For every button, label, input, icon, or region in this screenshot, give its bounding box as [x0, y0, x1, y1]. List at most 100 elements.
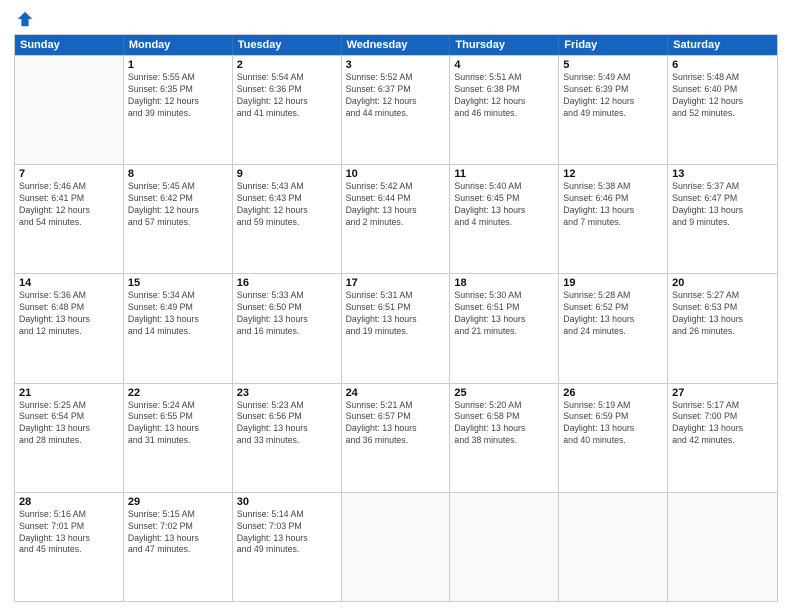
daylight-line1: Daylight: 12 hours — [454, 96, 554, 108]
sunset-text: Sunset: 6:57 PM — [346, 411, 446, 423]
day-number: 5 — [563, 59, 663, 71]
day-number: 23 — [237, 387, 337, 399]
calendar-cell: 1Sunrise: 5:55 AMSunset: 6:35 PMDaylight… — [124, 56, 233, 164]
day-number: 3 — [346, 59, 446, 71]
sunset-text: Sunset: 6:46 PM — [563, 193, 663, 205]
daylight-line1: Daylight: 13 hours — [563, 205, 663, 217]
daylight-line1: Daylight: 13 hours — [19, 533, 119, 545]
daylight-line2: and 46 minutes. — [454, 108, 554, 120]
sunset-text: Sunset: 6:52 PM — [563, 302, 663, 314]
calendar-cell: 5Sunrise: 5:49 AMSunset: 6:39 PMDaylight… — [559, 56, 668, 164]
calendar-week-row: 14Sunrise: 5:36 AMSunset: 6:48 PMDayligh… — [15, 273, 777, 382]
daylight-line2: and 47 minutes. — [128, 544, 228, 556]
daylight-line1: Daylight: 13 hours — [237, 423, 337, 435]
daylight-line1: Daylight: 12 hours — [19, 205, 119, 217]
daylight-line1: Daylight: 13 hours — [128, 423, 228, 435]
sunset-text: Sunset: 7:02 PM — [128, 521, 228, 533]
sunset-text: Sunset: 6:55 PM — [128, 411, 228, 423]
calendar-cell — [15, 56, 124, 164]
sunrise-text: Sunrise: 5:49 AM — [563, 72, 663, 84]
sunset-text: Sunset: 6:42 PM — [128, 193, 228, 205]
calendar-cell — [450, 493, 559, 601]
calendar-cell: 25Sunrise: 5:20 AMSunset: 6:58 PMDayligh… — [450, 384, 559, 492]
sunrise-text: Sunrise: 5:25 AM — [19, 400, 119, 412]
daylight-line1: Daylight: 12 hours — [128, 205, 228, 217]
daylight-line2: and 33 minutes. — [237, 435, 337, 447]
day-number: 10 — [346, 168, 446, 180]
calendar-week-row: 1Sunrise: 5:55 AMSunset: 6:35 PMDaylight… — [15, 55, 777, 164]
calendar-cell: 13Sunrise: 5:37 AMSunset: 6:47 PMDayligh… — [668, 165, 777, 273]
calendar-cell: 10Sunrise: 5:42 AMSunset: 6:44 PMDayligh… — [342, 165, 451, 273]
calendar-cell: 23Sunrise: 5:23 AMSunset: 6:56 PMDayligh… — [233, 384, 342, 492]
daylight-line2: and 42 minutes. — [672, 435, 773, 447]
sunset-text: Sunset: 7:03 PM — [237, 521, 337, 533]
sunset-text: Sunset: 7:00 PM — [672, 411, 773, 423]
day-number: 4 — [454, 59, 554, 71]
sunrise-text: Sunrise: 5:21 AM — [346, 400, 446, 412]
calendar-header-cell: Sunday — [15, 35, 124, 55]
sunset-text: Sunset: 6:49 PM — [128, 302, 228, 314]
calendar: SundayMondayTuesdayWednesdayThursdayFrid… — [14, 34, 778, 602]
sunset-text: Sunset: 7:01 PM — [19, 521, 119, 533]
sunrise-text: Sunrise: 5:31 AM — [346, 290, 446, 302]
daylight-line2: and 54 minutes. — [19, 217, 119, 229]
logo-icon — [16, 10, 34, 28]
sunset-text: Sunset: 6:37 PM — [346, 84, 446, 96]
daylight-line2: and 41 minutes. — [237, 108, 337, 120]
sunrise-text: Sunrise: 5:48 AM — [672, 72, 773, 84]
day-number: 15 — [128, 277, 228, 289]
sunrise-text: Sunrise: 5:16 AM — [19, 509, 119, 521]
daylight-line2: and 16 minutes. — [237, 326, 337, 338]
calendar-header-row: SundayMondayTuesdayWednesdayThursdayFrid… — [15, 35, 777, 55]
day-number: 16 — [237, 277, 337, 289]
calendar-cell: 17Sunrise: 5:31 AMSunset: 6:51 PMDayligh… — [342, 274, 451, 382]
sunset-text: Sunset: 6:40 PM — [672, 84, 773, 96]
day-number: 20 — [672, 277, 773, 289]
calendar-body: 1Sunrise: 5:55 AMSunset: 6:35 PMDaylight… — [15, 55, 777, 601]
calendar-header-cell: Monday — [124, 35, 233, 55]
day-number: 7 — [19, 168, 119, 180]
daylight-line1: Daylight: 13 hours — [346, 314, 446, 326]
daylight-line2: and 36 minutes. — [346, 435, 446, 447]
calendar-cell: 28Sunrise: 5:16 AMSunset: 7:01 PMDayligh… — [15, 493, 124, 601]
day-number: 30 — [237, 496, 337, 508]
day-number: 14 — [19, 277, 119, 289]
sunset-text: Sunset: 6:38 PM — [454, 84, 554, 96]
calendar-cell: 26Sunrise: 5:19 AMSunset: 6:59 PMDayligh… — [559, 384, 668, 492]
sunrise-text: Sunrise: 5:14 AM — [237, 509, 337, 521]
daylight-line1: Daylight: 12 hours — [346, 96, 446, 108]
sunset-text: Sunset: 6:53 PM — [672, 302, 773, 314]
daylight-line2: and 28 minutes. — [19, 435, 119, 447]
calendar-cell: 6Sunrise: 5:48 AMSunset: 6:40 PMDaylight… — [668, 56, 777, 164]
sunset-text: Sunset: 6:59 PM — [563, 411, 663, 423]
daylight-line2: and 12 minutes. — [19, 326, 119, 338]
sunrise-text: Sunrise: 5:27 AM — [672, 290, 773, 302]
calendar-header-cell: Wednesday — [342, 35, 451, 55]
calendar-cell: 20Sunrise: 5:27 AMSunset: 6:53 PMDayligh… — [668, 274, 777, 382]
calendar-cell: 14Sunrise: 5:36 AMSunset: 6:48 PMDayligh… — [15, 274, 124, 382]
sunrise-text: Sunrise: 5:23 AM — [237, 400, 337, 412]
day-number: 22 — [128, 387, 228, 399]
daylight-line1: Daylight: 13 hours — [563, 423, 663, 435]
daylight-line2: and 9 minutes. — [672, 217, 773, 229]
sunset-text: Sunset: 6:54 PM — [19, 411, 119, 423]
daylight-line1: Daylight: 12 hours — [672, 96, 773, 108]
sunrise-text: Sunrise: 5:36 AM — [19, 290, 119, 302]
day-number: 25 — [454, 387, 554, 399]
sunrise-text: Sunrise: 5:55 AM — [128, 72, 228, 84]
calendar-header-cell: Friday — [559, 35, 668, 55]
sunrise-text: Sunrise: 5:40 AM — [454, 181, 554, 193]
daylight-line2: and 40 minutes. — [563, 435, 663, 447]
sunrise-text: Sunrise: 5:24 AM — [128, 400, 228, 412]
sunset-text: Sunset: 6:47 PM — [672, 193, 773, 205]
sunrise-text: Sunrise: 5:15 AM — [128, 509, 228, 521]
calendar-cell — [342, 493, 451, 601]
daylight-line1: Daylight: 13 hours — [672, 423, 773, 435]
calendar-week-row: 7Sunrise: 5:46 AMSunset: 6:41 PMDaylight… — [15, 164, 777, 273]
calendar-cell — [668, 493, 777, 601]
sunset-text: Sunset: 6:50 PM — [237, 302, 337, 314]
day-number: 1 — [128, 59, 228, 71]
daylight-line2: and 7 minutes. — [563, 217, 663, 229]
sunset-text: Sunset: 6:43 PM — [237, 193, 337, 205]
sunrise-text: Sunrise: 5:20 AM — [454, 400, 554, 412]
